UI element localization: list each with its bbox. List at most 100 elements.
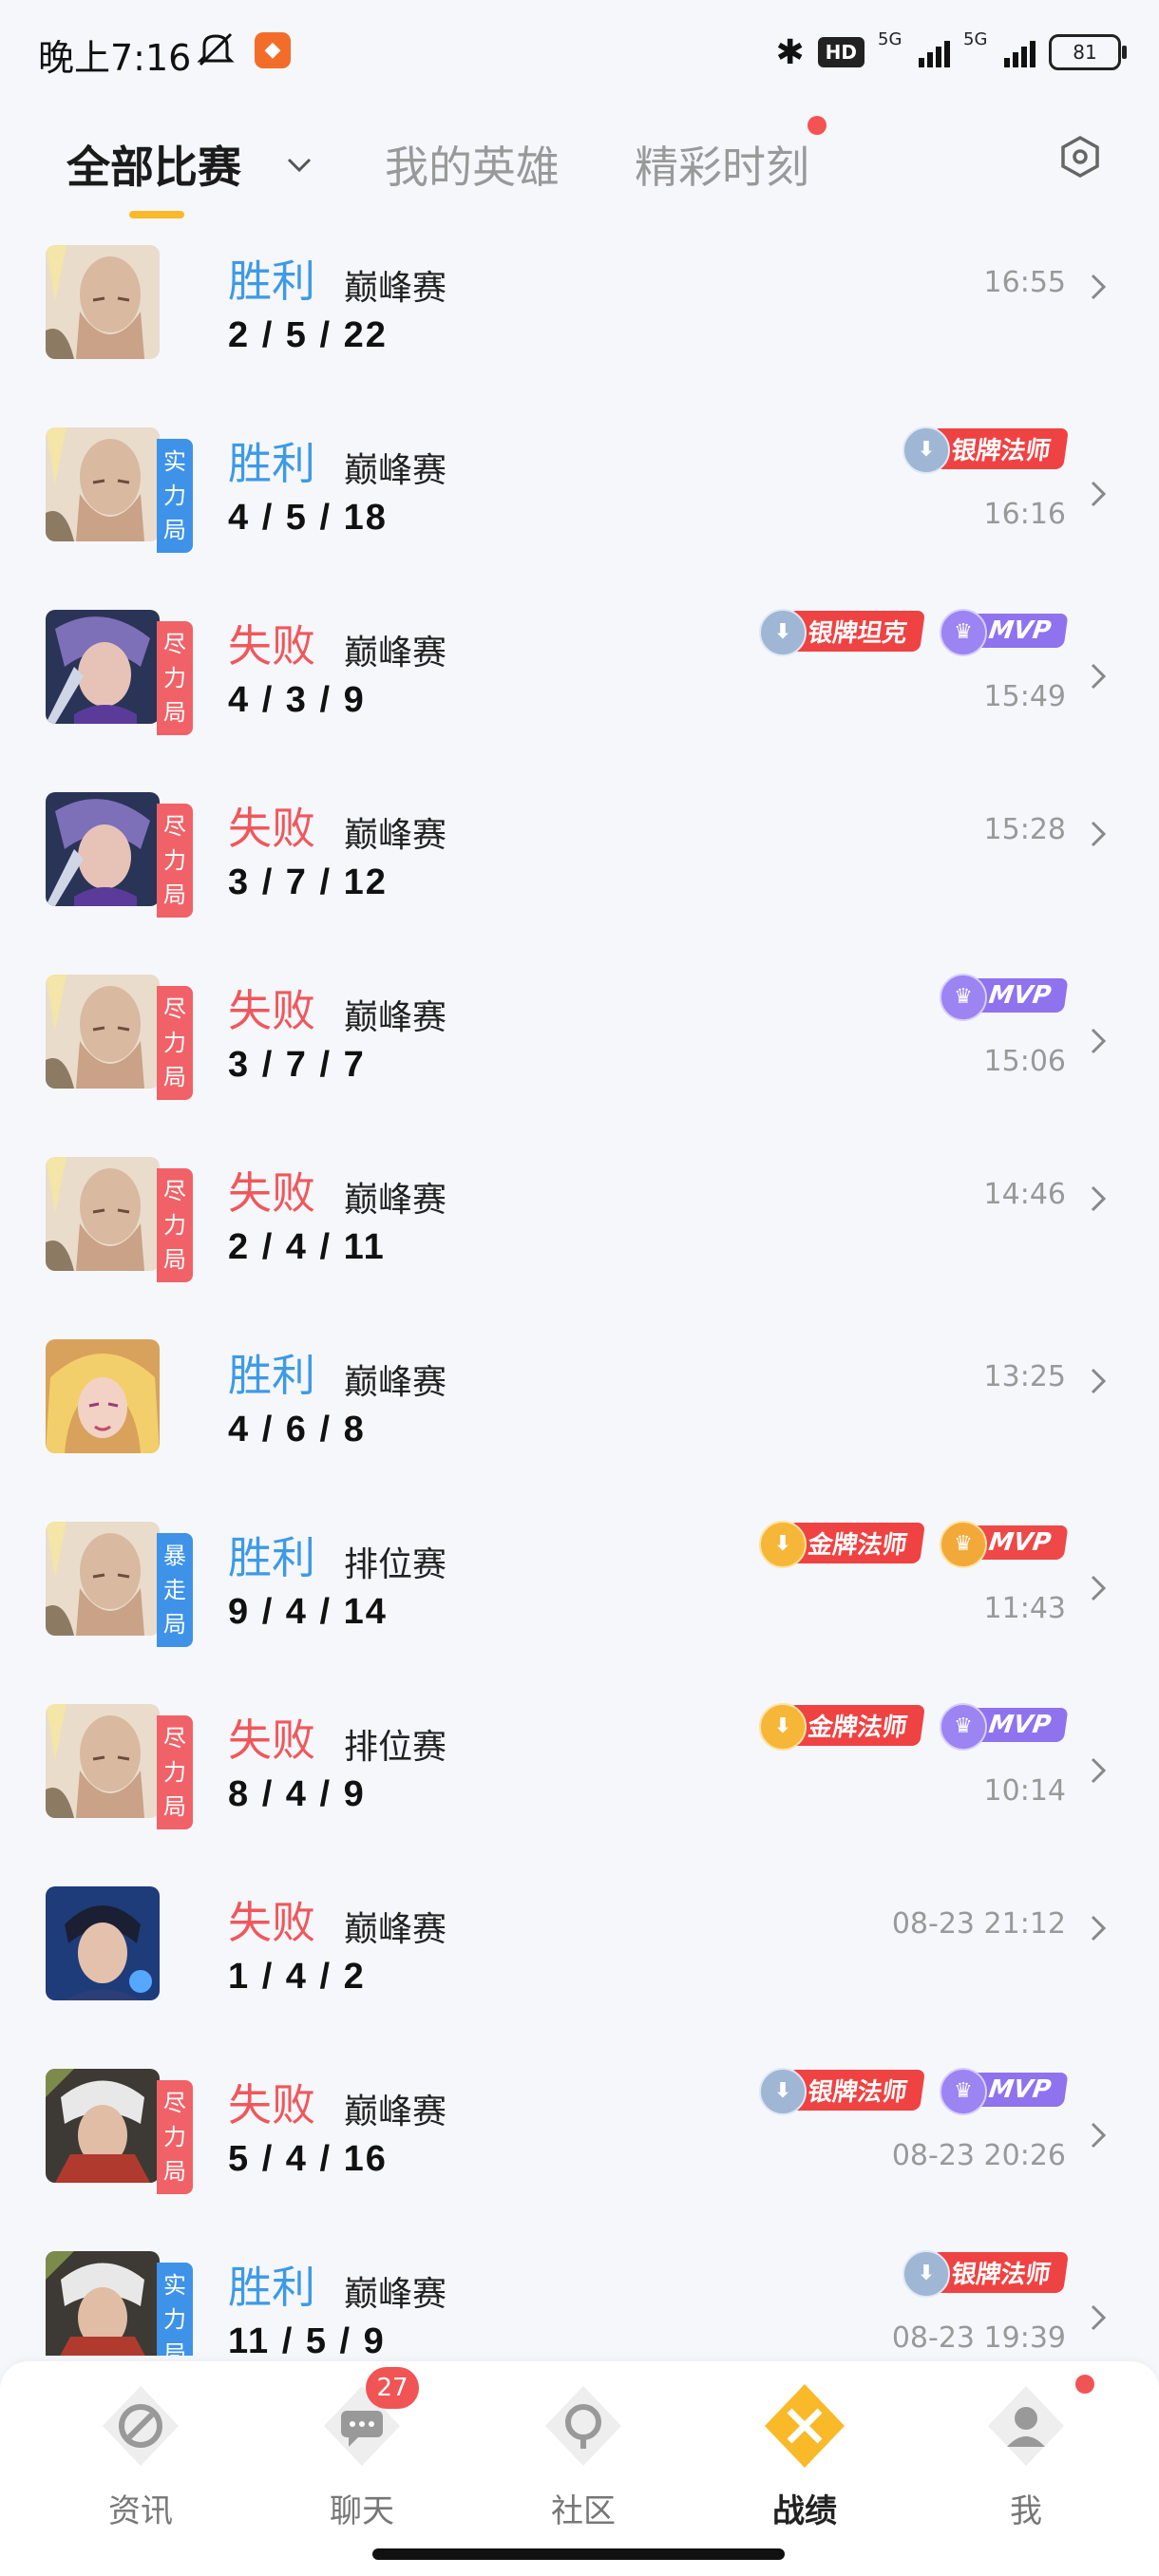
mvp-badge: ♛ MVP <box>939 1521 1069 1568</box>
medal-icon: ⬇ <box>902 426 950 474</box>
medal-badge: ⬇ 金牌法师 <box>758 1521 925 1568</box>
profile-icon <box>988 2386 1064 2466</box>
match-time: 16:55 <box>983 266 1066 299</box>
hd-voice-icon: HD <box>817 37 864 67</box>
mode-tag: 尽力局 <box>157 1168 193 1282</box>
tab-all-matches[interactable]: 全部比赛 <box>66 133 241 196</box>
match-result: 失败 <box>228 985 315 1036</box>
chevron-right-icon <box>1091 663 1107 690</box>
nav-label: 我 <box>1010 2492 1042 2530</box>
match-type: 巅峰赛 <box>344 998 447 1037</box>
match-row[interactable]: 尽力局失败 排位赛 8 / 4 / 9 ⬇ 金牌法师 ♛ MVP 10:14 <box>0 1687 1159 1869</box>
trophy-icon: ♛ <box>939 1703 987 1751</box>
match-result: 胜利 <box>228 256 315 307</box>
match-type: 巅峰赛 <box>344 451 447 490</box>
records-icon <box>765 2384 845 2468</box>
match-result: 失败 <box>228 2079 315 2131</box>
nav-item-profile[interactable]: 我 <box>912 2361 1140 2551</box>
match-time: 11:43 <box>983 1592 1066 1625</box>
medal-badge: ⬇ 金牌法师 <box>758 1703 925 1751</box>
nav-label: 社区 <box>551 2492 616 2530</box>
hero-avatar <box>46 1157 160 1271</box>
bluetooth-icon: ✱ <box>775 32 805 72</box>
kda-score: 2 / 5 / 22 <box>228 315 388 355</box>
achievement-badges: ⬇ 银牌坦克 ♛ MVP <box>758 609 1069 656</box>
match-time: 08-23 19:39 <box>891 2321 1066 2355</box>
hero-avatar <box>46 1704 160 1818</box>
achievement-badges: ⬇ 金牌法师 ♛ MVP <box>758 1521 1069 1568</box>
news-icon <box>103 2386 179 2466</box>
nav-item-records[interactable]: 战绩 <box>691 2361 919 2551</box>
chevron-right-icon <box>1091 1028 1107 1054</box>
match-row[interactable]: 尽力局失败 巅峰赛 3 / 7 / 12 15:28 <box>0 775 1159 957</box>
nav-label: 聊天 <box>330 2492 394 2530</box>
match-row[interactable]: 尽力局失败 巅峰赛 2 / 4 / 11 14:46 <box>0 1140 1159 1322</box>
match-row[interactable]: 胜利 巅峰赛 2 / 5 / 22 16:55 <box>0 228 1159 410</box>
mode-tag: 尽力局 <box>157 621 193 735</box>
match-time: 10:14 <box>983 1774 1066 1808</box>
match-result: 胜利 <box>228 1350 315 1401</box>
mvp-badge: ♛ MVP <box>939 974 1069 1021</box>
kda-score: 3 / 7 / 7 <box>228 1045 366 1085</box>
tab-highlights[interactable]: 精彩时刻 <box>635 133 809 196</box>
medal-badge: ⬇ 银牌法师 <box>902 2250 1070 2298</box>
match-row[interactable]: 尽力局失败 巅峰赛 3 / 7 / 7 ♛ MVP 15:06 <box>0 957 1159 1140</box>
mvp-badge: ♛ MVP <box>939 2068 1069 2115</box>
match-time: 16:16 <box>983 498 1066 531</box>
kda-score: 8 / 4 / 9 <box>228 1774 366 1814</box>
chevron-right-icon <box>1091 1575 1107 1601</box>
match-result: 失败 <box>228 1167 315 1219</box>
match-row[interactable]: 暴走局胜利 排位赛 9 / 4 / 14 ⬇ 金牌法师 ♛ MVP 11:43 <box>0 1505 1159 1687</box>
tab-my-heroes[interactable]: 我的英雄 <box>385 133 560 196</box>
achievement-badges: ⬇ 金牌法师 ♛ MVP <box>758 1703 1069 1751</box>
kda-score: 4 / 6 / 8 <box>228 1410 366 1449</box>
signal-5g-icon: 5G <box>963 29 1036 71</box>
kda-score: 11 / 5 / 9 <box>228 2321 386 2356</box>
chevron-right-icon <box>1091 1368 1107 1394</box>
medal-icon: ⬇ <box>758 2068 807 2115</box>
kda-score: 2 / 4 / 11 <box>228 1227 386 1267</box>
match-row[interactable]: 尽力局失败 巅峰赛 4 / 3 / 9 ⬇ 银牌坦克 ♛ MVP 15:49 <box>0 593 1159 775</box>
match-row[interactable]: 失败 巅峰赛 1 / 4 / 2 08-23 21:12 <box>0 1869 1159 2052</box>
match-row[interactable]: 尽力局失败 巅峰赛 5 / 4 / 16 ⬇ 银牌法师 ♛ MVP 08-23 20:26 <box>0 2052 1159 2234</box>
nav-item-community[interactable]: 社区 <box>469 2361 697 2551</box>
medal-badge: ⬇ 银牌法师 <box>902 426 1070 474</box>
mvp-badge: ♛ MVP <box>939 1703 1069 1751</box>
kda-score: 5 / 4 / 16 <box>228 2139 388 2179</box>
kda-score: 4 / 5 / 18 <box>228 498 388 538</box>
bottom-navigation: 资讯 聊天 27 社区 战绩 我 <box>0 2361 1159 2576</box>
hero-avatar <box>46 1522 160 1636</box>
settings-icon[interactable] <box>1056 133 1104 180</box>
achievement-badges: ⬇ 银牌法师 ♛ MVP <box>758 2068 1069 2115</box>
medal-badge: ⬇ 银牌坦克 <box>758 609 925 656</box>
hero-avatar <box>46 975 160 1089</box>
hero-avatar <box>46 610 160 724</box>
match-type: 巅峰赛 <box>344 816 447 855</box>
kda-score: 9 / 4 / 14 <box>228 1592 388 1632</box>
nav-item-chat[interactable]: 聊天 27 <box>248 2361 476 2551</box>
match-time: 14:46 <box>983 1178 1066 1211</box>
chevron-down-icon[interactable] <box>285 150 314 179</box>
match-row[interactable]: 胜利 巅峰赛 4 / 6 / 8 13:25 <box>0 1322 1159 1505</box>
mode-tag: 暴走局 <box>157 1533 193 1647</box>
achievement-badges: ⬇ 银牌法师 <box>902 2250 1070 2298</box>
mode-tag: 尽力局 <box>157 986 193 1100</box>
match-type: 排位赛 <box>344 1545 447 1584</box>
match-row[interactable]: 实力局胜利 巅峰赛 11 / 5 / 9 ⬇ 银牌法师 08-23 19:39 <box>0 2234 1159 2356</box>
home-indicator[interactable] <box>372 2548 785 2560</box>
app-notification-icon: ◆ <box>255 32 291 68</box>
match-row[interactable]: 实力局胜利 巅峰赛 4 / 5 / 18 ⬇ 银牌法师 16:16 <box>0 410 1159 593</box>
chevron-right-icon <box>1091 821 1107 847</box>
trophy-icon: ♛ <box>939 974 987 1021</box>
match-type: 巅峰赛 <box>344 634 447 672</box>
medal-badge: ⬇ 银牌法师 <box>758 2068 925 2115</box>
mode-tag: 尽力局 <box>157 804 193 918</box>
match-type: 排位赛 <box>344 1728 447 1767</box>
match-type: 巅峰赛 <box>344 269 447 308</box>
chevron-right-icon <box>1091 481 1107 507</box>
notification-dot <box>808 116 826 135</box>
nav-item-news[interactable]: 资讯 <box>27 2361 255 2551</box>
chevron-right-icon <box>1091 274 1107 300</box>
community-icon <box>545 2386 621 2466</box>
hero-avatar <box>46 2251 160 2356</box>
